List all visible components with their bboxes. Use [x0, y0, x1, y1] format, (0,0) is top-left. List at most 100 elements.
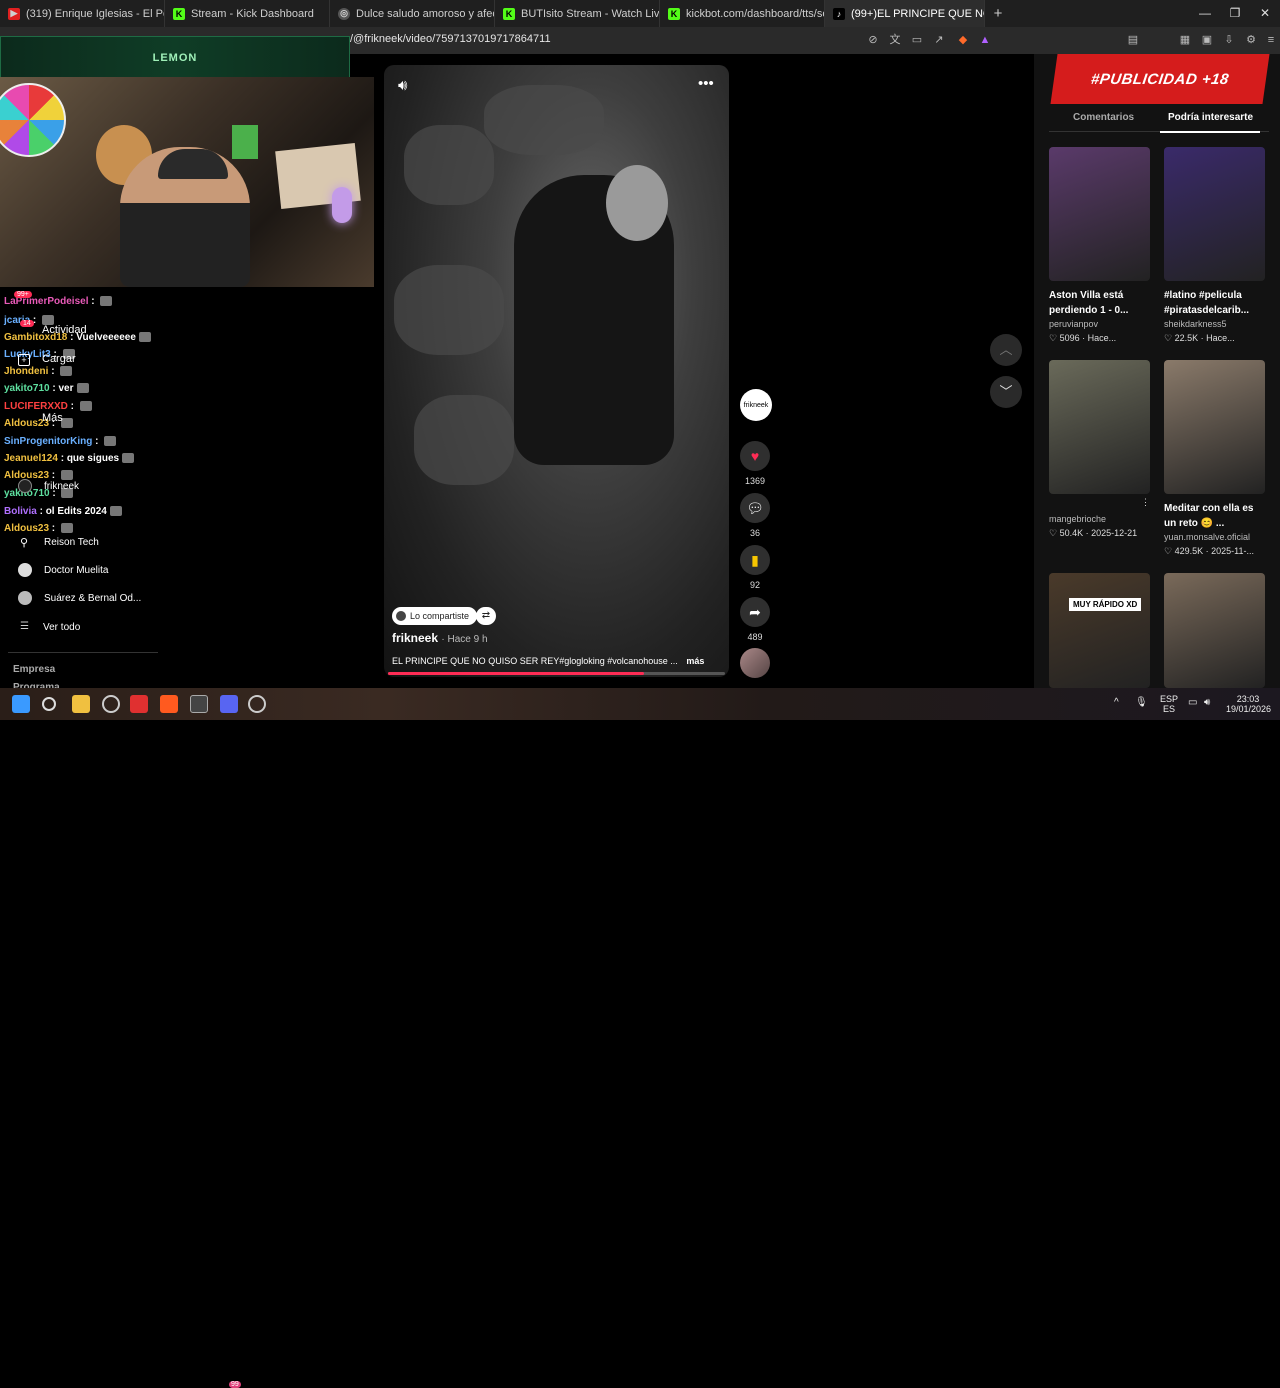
tab-kickbot[interactable]: K kickbot.com/dashboard/tts/settings — [660, 0, 825, 27]
chat-username[interactable]: Aldous23 — [4, 523, 49, 534]
tab-kick-dashboard[interactable]: K Stream - Kick Dashboard — [165, 0, 330, 27]
video-author[interactable]: mangebrioche — [1049, 514, 1153, 524]
nav-mas[interactable]: Más — [42, 412, 63, 424]
network-icon[interactable]: ▭ — [1188, 697, 1197, 708]
thumbnail-caption: MUY RÁPIDO XD — [1069, 598, 1142, 611]
sound-disc[interactable] — [740, 648, 770, 678]
brave-icon[interactable] — [160, 695, 178, 713]
video-thumbnail[interactable]: MUY RÁPIDO XD — [1049, 573, 1150, 688]
tab-tiktok[interactable]: ♪ (99+)EL PRINCIPE QUE NO Q ✕ — [825, 0, 985, 27]
chat-message: Jhondeni : — [4, 366, 73, 377]
heart-icon: ♡ — [1049, 333, 1060, 343]
volume-icon[interactable]: 🔊︎ — [398, 77, 407, 94]
discord-icon[interactable] — [220, 695, 238, 713]
app-icon[interactable] — [102, 695, 120, 713]
more-link[interactable]: más — [686, 656, 704, 666]
video-player[interactable]: 🔊︎ ••• Lo compartiste ⇄ frikneek · Hace … — [384, 65, 729, 677]
share-icon[interactable]: ↗ — [932, 33, 946, 47]
clock[interactable]: 23:03 19/01/2026 — [1226, 694, 1271, 714]
downloads-icon[interactable]: ⇩ — [1222, 33, 1236, 47]
minimize-button[interactable]: — — [1188, 0, 1222, 27]
video-title[interactable]: Meditar con ella es un reto 😊 ... — [1164, 501, 1268, 531]
app-window-icon[interactable] — [190, 695, 208, 713]
close-window-button[interactable]: ✕ — [1248, 0, 1280, 27]
tab-title: Stream - Kick Dashboard — [191, 7, 314, 20]
video-author[interactable]: yuan.monsalve.oficial — [1164, 532, 1268, 542]
following-item[interactable]: Suárez & Bernal Od... — [44, 593, 141, 604]
more-options-icon[interactable]: ⋮ — [1141, 497, 1150, 508]
share-button[interactable]: ➦ — [740, 597, 770, 627]
tab-youtube[interactable]: ▶ (319) Enrique Iglesias - El Perdedor ( — [0, 0, 165, 27]
chat-username[interactable]: Bolivia — [4, 506, 37, 517]
settings-icon[interactable]: ⚙ — [1244, 33, 1258, 47]
windows-start-icon[interactable] — [12, 695, 30, 713]
next-video-button[interactable]: ﹀ — [990, 376, 1022, 408]
nav-actividad[interactable]: Actividad — [42, 324, 87, 336]
sidebar-toggle-icon[interactable]: ▤ — [1126, 33, 1140, 47]
chat-username[interactable]: yakito710 — [4, 383, 50, 394]
author-avatar-button[interactable]: frikneek — [740, 389, 772, 421]
tab-title: (99+)EL PRINCIPE QUE NO Q — [851, 7, 984, 20]
save-button[interactable]: ▮ — [740, 545, 770, 575]
extensions-icon[interactable]: ▦ — [1178, 33, 1192, 47]
video-thumbnail[interactable] — [1049, 360, 1150, 494]
tab-recommended[interactable]: Podría interesarte — [1168, 112, 1253, 123]
app-circle-icon[interactable] — [248, 695, 266, 713]
file-explorer-icon[interactable] — [72, 695, 90, 713]
search-icon[interactable] — [42, 697, 56, 711]
rewards-icon[interactable]: ▲ — [978, 33, 992, 47]
app-red-icon[interactable] — [130, 695, 148, 713]
chat-username[interactable]: SinProgenitorKing — [4, 436, 92, 447]
following-item[interactable]: frikneek — [44, 481, 79, 492]
video-thumbnail[interactable] — [1164, 573, 1265, 688]
progress-bar[interactable] — [388, 672, 725, 675]
language-indicator[interactable]: ESP ES — [1160, 694, 1178, 714]
following-item[interactable]: Reison Tech — [44, 537, 99, 548]
menu-icon[interactable]: ≡ — [1264, 33, 1278, 47]
tray-arrow-icon[interactable]: ^ — [1114, 697, 1119, 708]
microphone-icon[interactable]: 🎙︎ — [1135, 697, 1148, 708]
nav-cargar[interactable]: Cargar — [42, 353, 76, 365]
like-button[interactable]: ♥ — [740, 441, 770, 471]
no-image-icon[interactable]: ⊘ — [866, 33, 880, 47]
video-thumbnail[interactable] — [1164, 360, 1265, 494]
cast-icon[interactable]: ▭ — [910, 33, 924, 47]
chat-username[interactable]: Jeanuel124 — [4, 453, 58, 464]
tab-saludo[interactable]: ◎ Dulce saludo amoroso y afectuoso | — [330, 0, 495, 27]
tab-kick-stream[interactable]: K BUTIsito Stream - Watch Live on Kick — [495, 0, 660, 27]
separator: · — [1079, 333, 1088, 343]
video-author[interactable]: peruvianpov — [1049, 319, 1153, 329]
wallet-icon[interactable]: ▣ — [1200, 33, 1214, 47]
translate-icon[interactable]: 文 — [888, 33, 902, 47]
video-title[interactable]: Aston Villa está perdiendo 1 - 0... — [1049, 288, 1153, 318]
comment-button[interactable]: 💬︎ — [740, 493, 770, 523]
video-title[interactable]: #latino #pelicula #piratasdelcarib... — [1164, 288, 1268, 318]
video-author[interactable]: sheikdarkness5 — [1164, 319, 1268, 329]
url-field[interactable]: /@frikneek/video/7597137019717864711 — [350, 33, 551, 45]
video-author[interactable]: frikneek · Hace 9 h — [392, 631, 488, 645]
chat-username[interactable]: Jhondeni — [4, 366, 48, 377]
stone-texture — [404, 125, 494, 205]
more-options-icon[interactable]: ••• — [698, 75, 714, 92]
video-thumbnail[interactable] — [1164, 147, 1265, 281]
footer-empresa[interactable]: Empresa — [13, 664, 55, 675]
chat-text: ver — [58, 383, 74, 394]
volume-tray-icon[interactable]: 🔊︎ — [1204, 697, 1210, 708]
see-all-link[interactable]: Ver todo — [43, 622, 80, 633]
ad-banner[interactable]: #PUBLICIDAD +18 — [1050, 54, 1270, 104]
chat-message: SinProgenitorKing : — [4, 436, 117, 447]
shared-pill[interactable]: Lo compartiste — [392, 607, 478, 625]
brave-shield-icon[interactable]: ◆ — [956, 33, 970, 47]
chat-username[interactable]: LUCIFERXXD — [4, 401, 68, 412]
previous-video-button[interactable]: ︿ — [990, 334, 1022, 366]
upload-icon[interactable]: + — [18, 354, 30, 366]
chat-separator: : — [92, 436, 102, 447]
save-count: 92 — [749, 580, 760, 590]
author-name[interactable]: frikneek — [392, 631, 438, 645]
repost-icon[interactable]: ⇄ — [476, 607, 496, 625]
video-thumbnail[interactable] — [1049, 147, 1150, 281]
new-tab-button[interactable]: + — [985, 5, 1011, 22]
following-item[interactable]: Doctor Muelita — [44, 565, 108, 576]
tab-comments[interactable]: Comentarios — [1073, 112, 1134, 123]
maximize-button[interactable]: ❐ — [1218, 0, 1252, 27]
